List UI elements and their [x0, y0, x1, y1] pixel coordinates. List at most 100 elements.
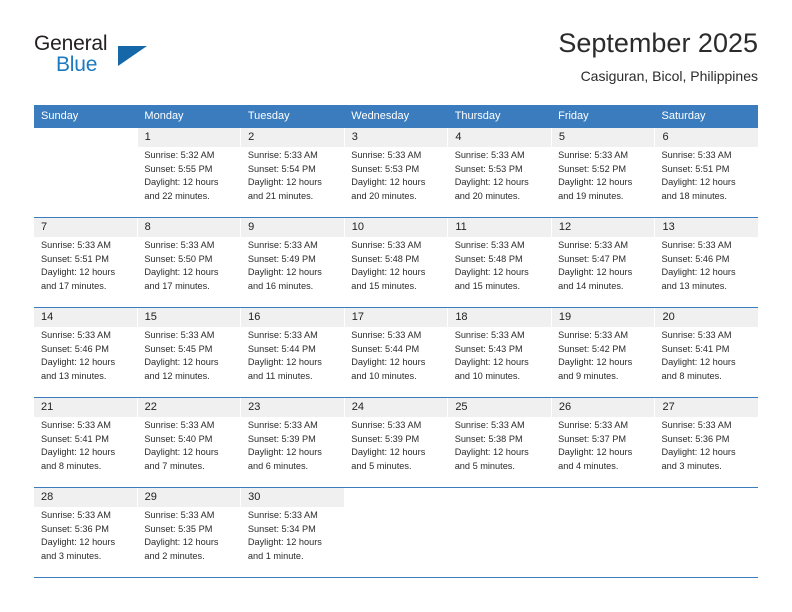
day-cell[interactable]: Sunrise: 5:33 AM Sunset: 5:37 PM Daylight:…	[551, 417, 654, 487]
daylight-text-line1: Daylight: 12 hours	[41, 447, 116, 458]
day-cell[interactable]: Sunrise: 5:33 AM Sunset: 5:41 PM Daylight:…	[34, 417, 137, 487]
day-number-empty	[343, 488, 448, 507]
day-cell[interactable]: Sunrise: 5:33 AM Sunset: 5:45 PM Daylight:…	[137, 327, 240, 397]
day-number[interactable]: 17	[343, 308, 448, 327]
day-number[interactable]: 25	[447, 398, 551, 417]
day-number[interactable]: 15	[136, 308, 241, 327]
day-cell[interactable]: Sunrise: 5:33 AM Sunset: 5:36 PM Daylight:…	[34, 507, 137, 577]
sunrise-text: Sunrise: 5:33 AM	[247, 240, 318, 250]
day-number[interactable]: 10	[343, 218, 448, 237]
day-number[interactable]: 30	[240, 488, 344, 507]
day-number[interactable]: 19	[550, 308, 655, 327]
day-number[interactable]: 20	[654, 308, 758, 327]
daylight-text-line2: and 1 minute.	[247, 550, 304, 561]
sunrise-text: Sunrise: 5:33 AM	[351, 150, 422, 160]
day-number[interactable]: 24	[343, 398, 448, 417]
sunset-text: Sunset: 5:38 PM	[454, 433, 523, 444]
daylight-text-line2: and 13 minutes.	[661, 280, 727, 291]
sunrise-text: Sunrise: 5:33 AM	[454, 150, 525, 160]
day-cell[interactable]: Sunrise: 5:33 AM Sunset: 5:39 PM Daylight:…	[241, 417, 344, 487]
daylight-text-line2: and 4 minutes.	[558, 460, 619, 471]
day-number[interactable]: 27	[654, 398, 758, 417]
day-cell[interactable]: Sunrise: 5:33 AM Sunset: 5:49 PM Daylight:…	[241, 237, 344, 307]
day-cell[interactable]: Sunrise: 5:33 AM Sunset: 5:44 PM Daylight:…	[241, 327, 344, 397]
daylight-text-line1: Daylight: 12 hours	[247, 267, 322, 278]
day-number[interactable]: 11	[447, 218, 551, 237]
day-cell[interactable]: Sunrise: 5:33 AM Sunset: 5:36 PM Daylight:…	[655, 417, 758, 487]
day-number[interactable]: 21	[34, 398, 137, 417]
day-cell[interactable]: Sunrise: 5:33 AM Sunset: 5:35 PM Daylight:…	[137, 507, 240, 577]
day-cell[interactable]: Sunrise: 5:33 AM Sunset: 5:39 PM Daylight:…	[344, 417, 447, 487]
day-cell[interactable]: Sunrise: 5:33 AM Sunset: 5:53 PM Daylight:…	[344, 147, 447, 217]
sunset-text: Sunset: 5:53 PM	[351, 163, 420, 174]
sunrise-text: Sunrise: 5:33 AM	[661, 420, 732, 430]
day-cell[interactable]: Sunrise: 5:33 AM Sunset: 5:47 PM Daylight:…	[551, 237, 654, 307]
sunset-text: Sunset: 5:52 PM	[558, 163, 627, 174]
day-number[interactable]: 12	[550, 218, 655, 237]
day-number[interactable]: 1	[136, 128, 241, 147]
daylight-text-line2: and 5 minutes.	[351, 460, 412, 471]
sunrise-text: Sunrise: 5:33 AM	[144, 420, 215, 430]
week-detail-band: Sunrise: 5:32 AM Sunset: 5:55 PM Daylight:…	[34, 147, 758, 217]
day-number[interactable]: 8	[136, 218, 241, 237]
day-number[interactable]: 2	[240, 128, 344, 147]
day-number[interactable]: 26	[550, 398, 655, 417]
day-number[interactable]: 6	[654, 128, 758, 147]
day-number[interactable]: 7	[34, 218, 137, 237]
sunset-text: Sunset: 5:51 PM	[661, 163, 730, 174]
weekday-header-tuesday: Tuesday	[247, 110, 290, 122]
week-daynumber-band: 21 22 23 24 25 26 27	[34, 398, 758, 417]
sunset-text: Sunset: 5:51 PM	[41, 253, 109, 264]
sunset-text: Sunset: 5:37 PM	[558, 433, 627, 444]
day-cell[interactable]: Sunrise: 5:33 AM Sunset: 5:42 PM Daylight:…	[551, 327, 654, 397]
day-cell[interactable]: Sunrise: 5:33 AM Sunset: 5:38 PM Daylight:…	[448, 417, 551, 487]
day-cell[interactable]: Sunrise: 5:33 AM Sunset: 5:48 PM Daylight:…	[448, 237, 551, 307]
daylight-text-line1: Daylight: 12 hours	[351, 447, 426, 458]
day-cell[interactable]: Sunrise: 5:33 AM Sunset: 5:43 PM Daylight:…	[448, 327, 551, 397]
daylight-text-line2: and 22 minutes.	[144, 190, 210, 201]
day-number[interactable]: 28	[34, 488, 137, 507]
day-number[interactable]: 14	[34, 308, 137, 327]
day-cell[interactable]: Sunrise: 5:33 AM Sunset: 5:51 PM Daylight:…	[34, 237, 137, 307]
day-cell[interactable]: Sunrise: 5:33 AM Sunset: 5:53 PM Daylight:…	[448, 147, 551, 217]
week-detail-band: Sunrise: 5:33 AM Sunset: 5:46 PM Daylight:…	[34, 327, 758, 397]
day-number[interactable]: 13	[654, 218, 758, 237]
week-daynumber-band: 7 8 9 10 11 12 13	[34, 218, 758, 237]
daylight-text-line1: Daylight: 12 hours	[41, 357, 116, 368]
sunset-text: Sunset: 5:35 PM	[144, 523, 213, 534]
sunrise-text: Sunrise: 5:33 AM	[454, 420, 525, 430]
day-number[interactable]: 9	[240, 218, 344, 237]
day-number[interactable]: 18	[447, 308, 551, 327]
day-number[interactable]: 29	[136, 488, 241, 507]
day-cell[interactable]: Sunrise: 5:33 AM Sunset: 5:52 PM Daylight:…	[551, 147, 654, 217]
day-cell[interactable]: Sunrise: 5:32 AM Sunset: 5:55 PM Daylight:…	[137, 147, 240, 217]
day-number[interactable]: 3	[343, 128, 448, 147]
sunrise-text: Sunrise: 5:33 AM	[661, 240, 732, 250]
day-cell[interactable]: Sunrise: 5:33 AM Sunset: 5:34 PM Daylight:…	[241, 507, 344, 577]
daylight-text-line2: and 3 minutes.	[661, 460, 722, 471]
day-number[interactable]: 16	[240, 308, 344, 327]
day-cell[interactable]: Sunrise: 5:33 AM Sunset: 5:48 PM Daylight:…	[344, 237, 447, 307]
day-cell[interactable]: Sunrise: 5:33 AM Sunset: 5:41 PM Daylight:…	[655, 327, 758, 397]
day-number[interactable]: 4	[447, 128, 551, 147]
daylight-text-line1: Daylight: 12 hours	[454, 177, 529, 188]
daylight-text-line2: and 10 minutes.	[454, 370, 521, 381]
sunset-text: Sunset: 5:39 PM	[247, 433, 316, 444]
daylight-text-line1: Daylight: 12 hours	[144, 447, 219, 458]
sunrise-text: Sunrise: 5:33 AM	[247, 330, 318, 340]
day-number[interactable]: 23	[240, 398, 344, 417]
day-cell[interactable]: Sunrise: 5:33 AM Sunset: 5:40 PM Daylight:…	[137, 417, 240, 487]
daylight-text-line2: and 21 minutes.	[247, 190, 314, 201]
day-number[interactable]: 22	[136, 398, 241, 417]
sunset-text: Sunset: 5:43 PM	[454, 343, 523, 354]
day-cell[interactable]: Sunrise: 5:33 AM Sunset: 5:46 PM Daylight:…	[34, 327, 137, 397]
day-cell[interactable]: Sunrise: 5:33 AM Sunset: 5:44 PM Daylight:…	[344, 327, 447, 397]
daylight-text-line1: Daylight: 12 hours	[144, 537, 219, 548]
day-cell[interactable]: Sunrise: 5:33 AM Sunset: 5:54 PM Daylight:…	[241, 147, 344, 217]
day-number[interactable]: 5	[550, 128, 655, 147]
day-cell[interactable]: Sunrise: 5:33 AM Sunset: 5:50 PM Daylight:…	[137, 237, 240, 307]
calendar-grid: Sunday Monday Tuesday Wednesday Thursday Frid…	[34, 105, 759, 578]
day-cell[interactable]: Sunrise: 5:33 AM Sunset: 5:51 PM Daylight:…	[655, 147, 758, 217]
day-cell[interactable]: Sunrise: 5:33 AM Sunset: 5:46 PM Daylight:…	[655, 237, 758, 307]
general-blue-logo[interactable]: General Blue	[34, 32, 154, 84]
